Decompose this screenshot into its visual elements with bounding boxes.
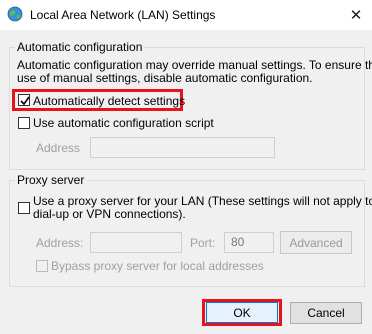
proxy-address-value — [91, 235, 99, 249]
proxy-address-input[interactable] — [90, 232, 182, 253]
ok-button[interactable]: OK — [206, 302, 278, 323]
close-icon: ✕ — [349, 7, 363, 24]
cancel-button[interactable]: Cancel — [290, 302, 362, 324]
proxy-port-label: Port: — [190, 236, 216, 250]
script-address-value — [91, 140, 99, 154]
use-proxy-label-line2[interactable]: dial-up or VPN connections). — [33, 208, 186, 221]
auto-detect-label[interactable]: Automatically detect settings — [33, 94, 185, 108]
bypass-local-checkbox[interactable] — [36, 260, 48, 272]
automatic-configuration-title: Automatic configuration — [15, 40, 145, 54]
use-script-checkbox[interactable] — [18, 117, 30, 129]
use-script-label[interactable]: Use automatic configuration script — [33, 116, 214, 130]
window-title: Local Area Network (LAN) Settings — [30, 8, 216, 22]
bypass-local-label[interactable]: Bypass proxy server for local addresses — [51, 259, 264, 273]
checkmark-icon — [20, 96, 30, 106]
use-proxy-checkbox[interactable] — [18, 202, 30, 214]
network-globe-icon — [7, 6, 23, 22]
auto-detect-checkbox[interactable] — [18, 94, 30, 106]
proxy-address-label: Address: — [36, 236, 84, 250]
proxy-port-input[interactable]: 80 — [224, 232, 274, 253]
proxy-server-title: Proxy server — [15, 173, 87, 187]
automatic-configuration-description-line2: use of manual settings, disable automati… — [17, 71, 313, 85]
advanced-button[interactable]: Advanced — [280, 231, 352, 254]
ok-button-label: OK — [233, 305, 251, 320]
script-address-label: Address — [36, 141, 81, 155]
close-button[interactable]: ✕ — [344, 4, 368, 26]
script-address-input[interactable] — [90, 137, 275, 158]
cancel-button-label: Cancel — [307, 306, 345, 320]
advanced-button-label: Advanced — [289, 235, 343, 250]
proxy-port-value: 80 — [231, 235, 245, 249]
